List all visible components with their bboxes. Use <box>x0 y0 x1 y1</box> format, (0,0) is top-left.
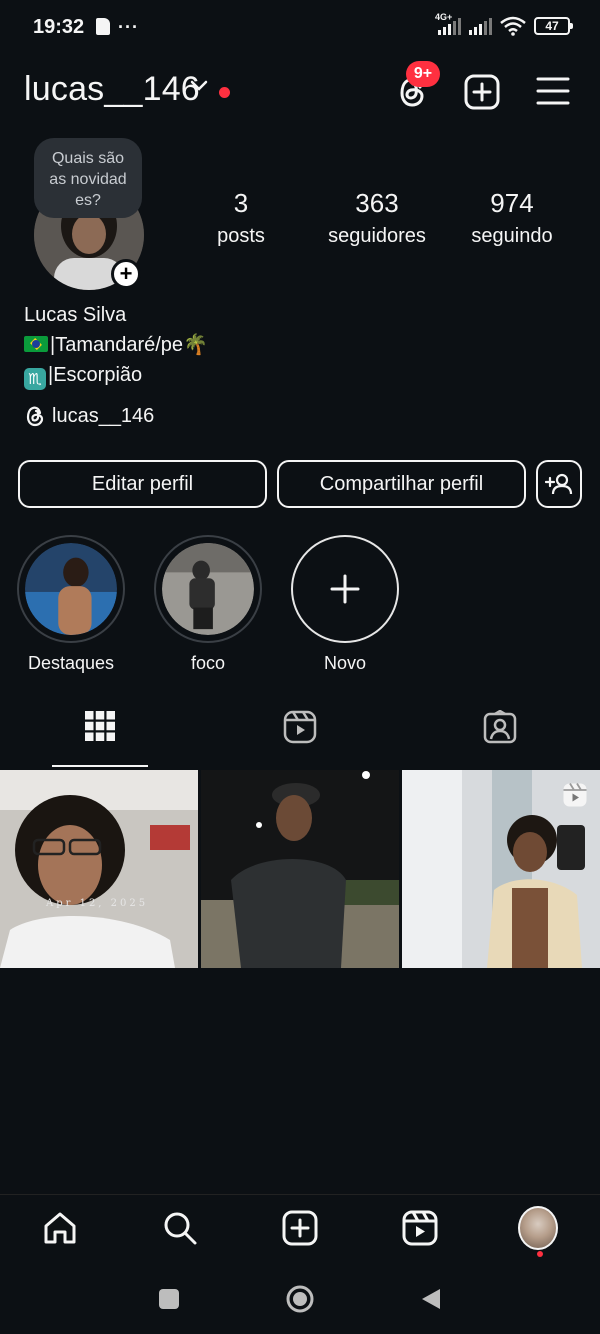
share-profile-button[interactable]: Compartilhar perfil <box>277 460 526 508</box>
plus-icon <box>330 574 360 604</box>
highlight-label: foco <box>190 653 226 673</box>
reels-icon <box>402 1210 438 1246</box>
nav-home[interactable] <box>40 1208 80 1248</box>
threads-profile-link[interactable]: lucas__146 <box>24 404 154 428</box>
create-post-icon[interactable] <box>464 74 500 110</box>
add-person-icon <box>545 473 573 495</box>
new-highlight-ring <box>291 535 399 643</box>
grid-post[interactable] <box>201 770 399 968</box>
stat-following-value: 974 <box>490 188 534 218</box>
home-button[interactable] <box>286 1285 314 1313</box>
new-activity-dot <box>219 87 230 98</box>
wifi-icon <box>500 16 526 36</box>
stat-followers[interactable]: 363 seguidores <box>317 188 437 248</box>
nav-reels[interactable] <box>400 1208 440 1248</box>
profile-avatar-small <box>518 1206 558 1250</box>
bio-line-location-text: |Tamandaré/pe🌴 <box>50 334 208 356</box>
discover-people-button[interactable] <box>536 460 582 508</box>
sim-card-icon <box>96 18 110 35</box>
chevron-down-icon[interactable] <box>190 80 208 92</box>
threads-handle: lucas__146 <box>52 404 155 427</box>
highlight-ring <box>154 535 262 643</box>
brazil-flag-icon <box>24 336 48 352</box>
tagged-icon <box>483 710 517 744</box>
battery-icon: 47 <box>534 17 573 35</box>
bio-line-sign: ♏ |Escorpião <box>24 364 142 390</box>
stat-followers-label: seguidores <box>328 225 426 247</box>
signal-4g-icon: 4G+ <box>435 12 461 35</box>
nav-create[interactable] <box>280 1208 320 1248</box>
more-notifications-icon: ··· <box>118 16 139 37</box>
status-bar: 19:32 ··· 4G+ 47 <box>0 0 600 56</box>
nav-profile[interactable] <box>518 1206 558 1250</box>
post-photo <box>201 770 399 968</box>
battery-level: 47 <box>545 19 559 33</box>
post-date-caption: Apr 12, 2025 <box>46 898 149 909</box>
new-highlight-button[interactable]: Novo <box>291 535 399 674</box>
highlight-cover <box>25 543 117 635</box>
stat-posts-value: 3 <box>233 188 249 218</box>
grid-icon <box>85 711 115 741</box>
home-icon <box>44 1212 76 1244</box>
highlight-item[interactable]: foco <box>154 535 262 674</box>
highlight-item[interactable]: Destaques <box>17 535 125 674</box>
bio-line-sign-text: |Escorpião <box>48 364 143 386</box>
menu-icon[interactable] <box>536 76 570 106</box>
tab-tagged[interactable] <box>400 710 600 768</box>
note-bubble[interactable]: Quais são as novidad es? <box>34 138 142 218</box>
edit-profile-button[interactable]: Editar perfil <box>18 460 267 508</box>
scorpio-icon: ♏ <box>24 368 46 390</box>
account-switcher[interactable]: lucas__146 <box>24 70 200 109</box>
highlight-label: Destaques <box>27 653 115 673</box>
system-nav-bar <box>0 1270 600 1334</box>
reel-indicator-icon <box>563 783 587 807</box>
search-icon <box>164 1212 197 1245</box>
back-button[interactable] <box>420 1287 442 1311</box>
stat-following[interactable]: 974 seguindo <box>462 188 562 248</box>
profile-activity-dot <box>537 1251 543 1257</box>
status-right: 4G+ 47 <box>435 12 573 36</box>
stat-posts[interactable]: 3 posts <box>201 188 281 248</box>
grid-post[interactable] <box>402 770 600 968</box>
recent-apps-button[interactable] <box>159 1289 179 1309</box>
signal-icon <box>469 17 492 35</box>
post-photo <box>0 770 198 968</box>
network-type: 4G+ <box>435 12 453 22</box>
highlight-ring <box>17 535 125 643</box>
highlight-cover <box>162 543 254 635</box>
new-highlight-label: Novo <box>323 653 367 673</box>
tab-posts-grid[interactable] <box>0 710 200 768</box>
full-name: Lucas Silva <box>24 304 127 326</box>
add-story-button[interactable]: + <box>111 259 141 289</box>
stat-followers-value: 363 <box>355 188 399 218</box>
nav-search[interactable] <box>160 1208 200 1248</box>
tab-reels[interactable] <box>200 710 400 768</box>
bio-line-location: |Tamandaré/pe🌴 <box>24 332 208 357</box>
status-time: 19:32 <box>33 16 85 38</box>
active-tab-indicator <box>52 765 148 767</box>
reels-icon <box>283 710 317 744</box>
status-left-icons: ··· <box>96 16 139 37</box>
create-icon <box>282 1210 318 1246</box>
stat-posts-label: posts <box>217 225 265 247</box>
threads-small-icon <box>26 406 44 427</box>
grid-post[interactable]: Apr 12, 2025 <box>0 770 198 968</box>
notification-badge: 9+ <box>406 61 440 87</box>
stat-following-label: seguindo <box>471 225 553 247</box>
